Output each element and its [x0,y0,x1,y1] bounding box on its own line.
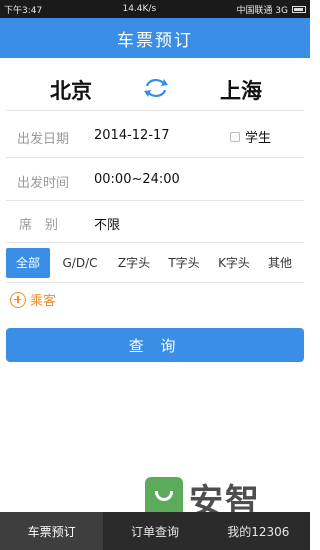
passenger-label: 乘客 [30,294,57,309]
seat-label: 席 别 [19,218,59,233]
nav-my-12306[interactable]: 我的12306 [207,512,310,550]
status-right: 中国联通 3G [236,3,306,16]
status-bar: 下午3:47 14.4K/s 中国联通 3G [0,0,310,18]
nav-ticket-booking[interactable]: 车票预订 [0,512,104,550]
bottom-nav: 车票预订 订单查询 我的12306 [0,512,310,550]
tab-k[interactable]: K字头 [210,248,258,278]
student-checkbox[interactable]: 学生 [230,127,271,146]
from-station[interactable]: 北京 [50,75,92,105]
time-label: 出发时间 [17,176,70,191]
page-title: 车票预订 [0,18,310,58]
seat-value[interactable]: 不限 [94,214,120,233]
tab-all[interactable]: 全部 [6,248,50,278]
carrier-label: 中国联通 3G [236,5,288,16]
tab-gdc[interactable]: G/D/C [56,248,104,278]
status-time: 下午3:47 [4,5,43,16]
add-passenger-button[interactable]: 乘客 [10,290,56,309]
swap-arrows-icon[interactable] [142,77,170,99]
nav-order-query[interactable]: 订单查询 [103,512,206,550]
to-station[interactable]: 上海 [220,75,262,105]
date-value[interactable]: 2014-12-17 [94,128,170,143]
student-label: 学生 [245,131,272,146]
battery-icon [292,5,306,13]
plus-circle-icon [10,291,26,308]
divider [6,200,304,201]
time-value[interactable]: 00:00~24:00 [94,172,180,187]
divider [6,282,304,283]
tab-other[interactable]: 其他 [260,248,300,278]
route-selector: 北京 上海 [0,60,310,110]
date-label: 出发日期 [17,132,70,147]
divider [6,157,304,158]
checkbox-icon[interactable] [230,131,240,142]
divider [6,110,304,111]
page-title-text: 车票预订 [117,30,193,51]
status-speed: 14.4K/s [122,4,157,14]
query-button[interactable]: 查 询 [6,328,304,362]
train-type-tabs: 全部 G/D/C Z字头 T字头 K字头 其他 [6,248,304,278]
divider [6,242,304,243]
tab-t[interactable]: T字头 [160,248,208,278]
tab-z[interactable]: Z字头 [110,248,158,278]
